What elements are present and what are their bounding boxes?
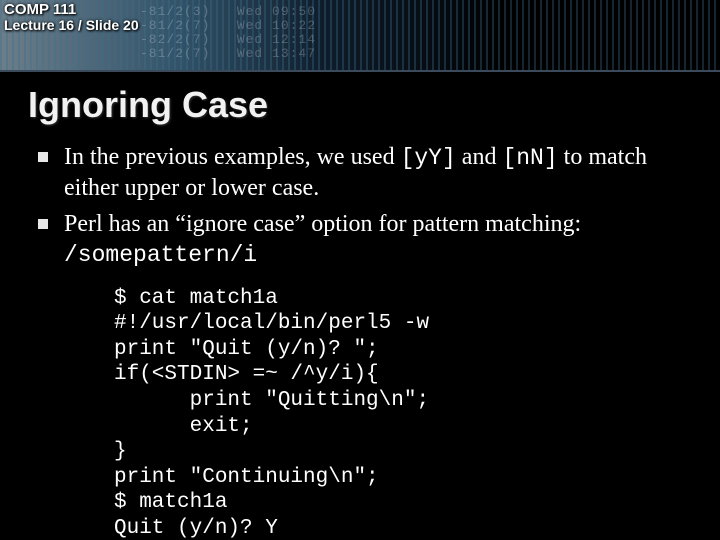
inline-code: /somepattern/i [64, 242, 257, 268]
banner-decoration: -81/2(3) Wed 09:50 [140, 4, 316, 19]
bullet-text: In the previous examples, we used [64, 144, 401, 170]
course-code: COMP 111 [4, 2, 139, 18]
slide-body: In the previous examples, we used [yY] a… [0, 134, 720, 540]
slide-root: -81/2(3) Wed 09:50 -81/2(7) Wed 10:22 -8… [0, 0, 720, 540]
banner-decoration: -81/2(7) Wed 13:47 [140, 46, 316, 61]
inline-code: [yY] [401, 145, 456, 171]
bullet-item: Perl has an “ignore case” option for pat… [64, 209, 684, 270]
banner-decoration: -81/2(7) Wed 10:22 [140, 18, 316, 33]
course-label-block: COMP 111 Lecture 16 / Slide 20 [4, 2, 139, 32]
inline-code: [nN] [502, 145, 557, 171]
bullet-text: Perl has an “ignore case” option for pat… [64, 211, 581, 237]
slide-title: Ignoring Case [0, 72, 720, 134]
lecture-slide-label: Lecture 16 / Slide 20 [4, 18, 139, 33]
code-block: $ cat match1a #!/usr/local/bin/perl5 -w … [64, 276, 684, 540]
banner-decoration: -82/2(7) Wed 12:14 [140, 32, 316, 47]
bullet-item: In the previous examples, we used [yY] a… [64, 142, 684, 203]
slide-banner: -81/2(3) Wed 09:50 -81/2(7) Wed 10:22 -8… [0, 0, 720, 72]
bullet-text: and [456, 144, 503, 170]
